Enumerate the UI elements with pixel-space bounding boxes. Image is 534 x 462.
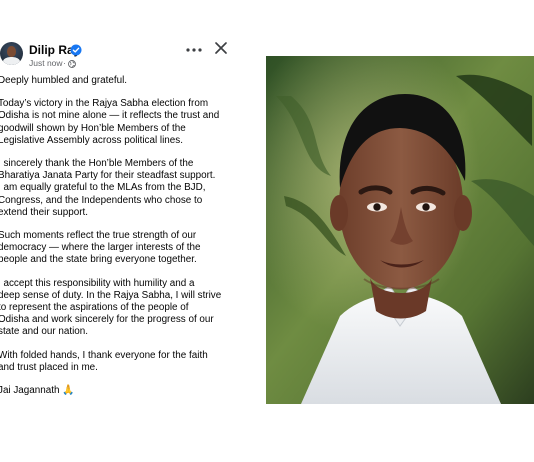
post-paragraph-1: Deeply humbled and grateful. (0, 75, 128, 86)
screenshot-canvas: Dilip Ray Just now · Deeply humbled and … (0, 0, 534, 462)
avatar-face (7, 46, 16, 57)
meta-separator: · (63, 58, 66, 68)
right-ear (454, 195, 472, 231)
more-options-icon[interactable] (185, 46, 203, 54)
close-icon[interactable] (214, 41, 228, 55)
globe-icon (68, 60, 76, 68)
right-pupil (422, 203, 430, 211)
facebook-post: Dilip Ray Just now · Deeply humbled and … (0, 38, 250, 438)
left-pupil (373, 203, 381, 211)
avatar-shirt (3, 57, 20, 65)
post-paragraph-2: Today’s victory in the Rajya Sabha elect… (0, 98, 220, 146)
post-paragraph-3: I sincerely thank the Hon’ble Members of… (0, 158, 216, 218)
post-header: Dilip Ray Just now · (0, 38, 250, 68)
post-timestamp[interactable]: Just now (29, 58, 63, 69)
profile-avatar[interactable] (0, 42, 23, 65)
post-paragraph-6: With folded hands, I thank everyone for … (0, 349, 208, 373)
post-body: Deeply humbled and grateful. Today’s vic… (0, 75, 248, 408)
profile-photo (266, 56, 534, 404)
post-paragraph-7: Jai Jagannath 🙏 (0, 385, 75, 397)
post-paragraph-4: Such moments reflect the true strength o… (0, 230, 201, 266)
left-ear (330, 195, 348, 231)
verified-badge-icon (70, 44, 82, 56)
post-paragraph-5: I accept this responsibility with humili… (0, 277, 222, 338)
profile-photo-illustration (266, 56, 534, 404)
